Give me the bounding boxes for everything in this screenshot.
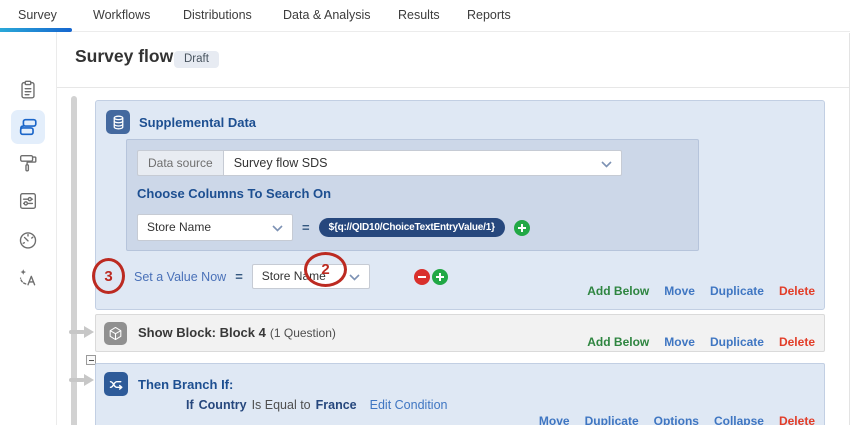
add-below-link[interactable]: Add Below — [587, 335, 649, 349]
add-below-link[interactable]: Add Below — [587, 284, 649, 298]
move-link[interactable]: Move — [539, 414, 570, 425]
tab-reports[interactable]: Reports — [467, 8, 511, 22]
gauge-icon — [17, 229, 39, 251]
block-cube-icon — [104, 322, 127, 345]
sliders-icon — [17, 190, 39, 212]
duplicate-link[interactable]: Duplicate — [710, 335, 764, 349]
supplemental-inner-panel: Data source Survey flow SDS Choose Colum… — [126, 139, 699, 251]
show-block-title: Show Block: Block 4 (1 Question) — [138, 325, 336, 340]
edit-condition-link[interactable]: Edit Condition — [370, 398, 448, 412]
branch-title: Then Branch If: — [138, 377, 233, 392]
tab-data-analysis[interactable]: Data & Analysis — [283, 8, 371, 22]
duplicate-link[interactable]: Duplicate — [710, 284, 764, 298]
chevron-down-icon — [601, 161, 612, 168]
add-value-icon[interactable] — [432, 269, 448, 285]
left-sidebar — [0, 32, 57, 425]
column-select[interactable]: Store Name — [137, 214, 293, 241]
column-match-row: Store Name = ${q://QID10/ChoiceTextEntry… — [137, 214, 530, 241]
branch-icon — [104, 372, 128, 396]
choose-columns-heading: Choose Columns To Search On — [137, 186, 331, 201]
data-source-value: Survey flow SDS — [234, 156, 328, 170]
set-value-now-link[interactable]: Set a Value Now — [134, 270, 226, 284]
column-select-value: Store Name — [147, 220, 211, 234]
tab-distributions[interactable]: Distributions — [183, 8, 252, 22]
tab-results[interactable]: Results — [398, 8, 440, 22]
condition-value: France — [316, 398, 357, 412]
move-link[interactable]: Move — [664, 284, 695, 298]
move-link[interactable]: Move — [664, 335, 695, 349]
add-column-icon[interactable] — [514, 220, 530, 236]
data-source-select[interactable]: Survey flow SDS — [223, 150, 622, 176]
annotation-number: 3 — [104, 268, 112, 285]
options-link[interactable]: Options — [654, 414, 699, 425]
sidebar-item-look-and-feel[interactable] — [11, 146, 45, 180]
branch-block: Then Branch If: If Country Is Equal to F… — [95, 363, 825, 425]
top-nav: Survey Workflows Distributions Data & An… — [0, 0, 850, 32]
branch-condition: If Country Is Equal to France Edit Condi… — [186, 398, 447, 412]
sidebar-item-survey-builder[interactable] — [11, 73, 45, 107]
collapse-link[interactable]: Collapse — [714, 414, 764, 425]
sidebar-item-translations[interactable] — [11, 260, 45, 294]
show-block: Show Block: Block 4 (1 Question) Add Belo… — [95, 314, 825, 352]
show-block-actions: Add Below Move Duplicate Delete — [587, 335, 815, 349]
translate-icon — [17, 266, 39, 288]
clipboard-icon — [17, 79, 39, 101]
delete-link[interactable]: Delete — [779, 284, 815, 298]
flow-arrow-icon — [69, 324, 95, 340]
equals-sign: = — [302, 220, 310, 235]
paint-roller-icon — [17, 152, 39, 174]
tab-workflows[interactable]: Workflows — [93, 8, 150, 22]
qualtrics-survey-flow-screen: Survey Workflows Distributions Data & An… — [0, 0, 850, 425]
delete-link[interactable]: Delete — [779, 335, 815, 349]
database-icon — [106, 110, 130, 134]
status-badge: Draft — [174, 51, 219, 68]
annotation-circle-2: 2 — [304, 252, 347, 287]
tab-survey[interactable]: Survey — [18, 8, 57, 22]
set-value-row: Set a Value Now = Store Name — [134, 264, 448, 289]
condition-field: Country — [199, 398, 247, 412]
delete-link[interactable]: Delete — [779, 414, 815, 425]
show-block-title-text: Show Block: Block 4 — [138, 325, 266, 340]
sidebar-item-expert-review[interactable] — [11, 223, 45, 257]
annotation-circle-3: 3 — [92, 258, 125, 294]
show-block-subtitle: (1 Question) — [270, 326, 336, 340]
supplemental-actions: Add Below Move Duplicate Delete — [587, 284, 815, 298]
page-title: Survey flow — [75, 46, 173, 67]
chevron-down-icon — [272, 225, 283, 232]
branch-actions: Move Duplicate Options Collapse Delete — [539, 414, 815, 425]
supplemental-data-block: Supplemental Data Data source Survey flo… — [95, 100, 825, 310]
sidebar-item-survey-flow[interactable] — [11, 110, 45, 144]
duplicate-link[interactable]: Duplicate — [585, 414, 639, 425]
sidebar-item-survey-options[interactable] — [11, 184, 45, 218]
data-source-label: Data source — [137, 150, 223, 176]
flow-icon — [17, 116, 39, 138]
equals-sign: = — [235, 269, 243, 284]
flow-arrow-icon — [69, 372, 95, 388]
piped-text-value[interactable]: ${q://QID10/ChoiceTextEntryValue/1} — [319, 218, 505, 237]
remove-value-icon[interactable] — [414, 269, 430, 285]
header-divider — [57, 87, 850, 88]
annotation-number: 2 — [321, 261, 329, 278]
data-source-row: Data source Survey flow SDS — [137, 150, 622, 176]
condition-if: If — [186, 398, 194, 412]
condition-operator: Is Equal to — [252, 398, 311, 412]
supplemental-data-title: Supplemental Data — [139, 115, 256, 130]
chevron-down-icon — [349, 274, 360, 281]
